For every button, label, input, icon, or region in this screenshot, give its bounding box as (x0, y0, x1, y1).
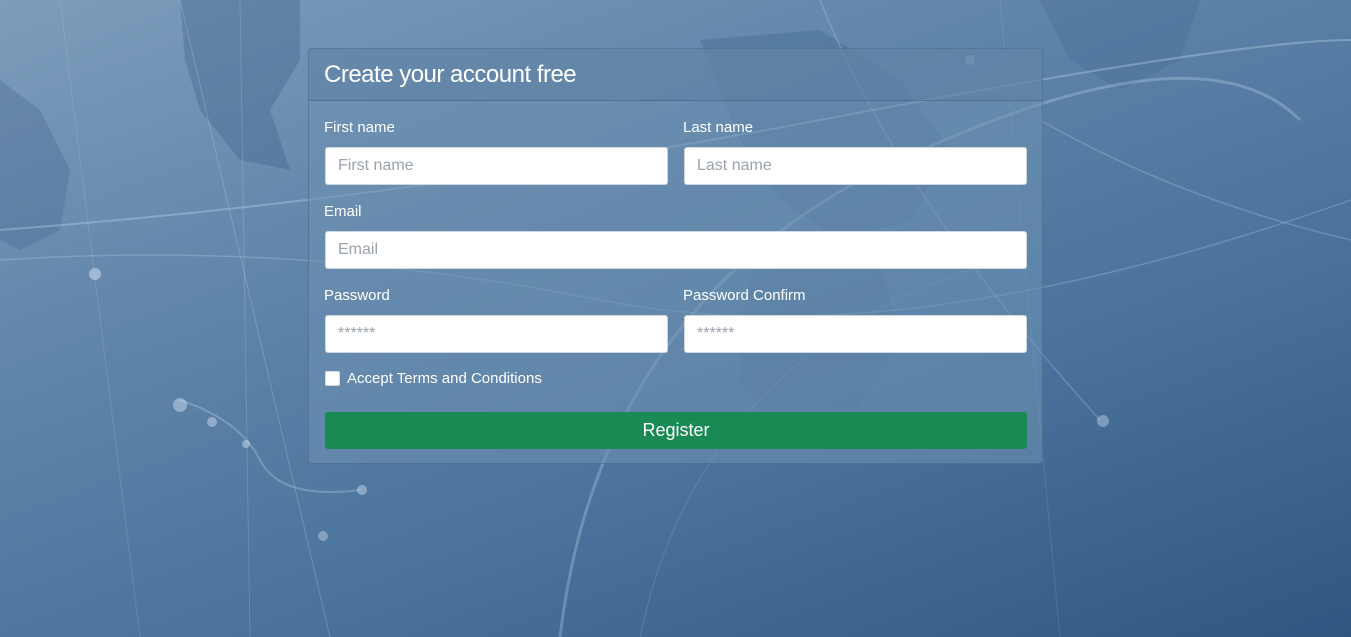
password-confirm-label: Password Confirm (683, 287, 806, 304)
terms-label[interactable]: Accept Terms and Conditions (347, 370, 542, 387)
email-input[interactable] (325, 231, 1027, 269)
email-label: Email (324, 203, 362, 220)
register-button[interactable]: Register (325, 412, 1027, 449)
first-name-label: First name (324, 119, 395, 136)
terms-checkbox[interactable] (325, 371, 340, 386)
password-input[interactable] (325, 315, 668, 353)
password-label: Password (324, 287, 390, 304)
page-title: Create your account free (324, 61, 577, 88)
terms-row: Accept Terms and Conditions (325, 370, 542, 387)
password-confirm-input[interactable] (684, 315, 1027, 353)
card-header: Create your account free (309, 49, 1042, 101)
first-name-input[interactable] (325, 147, 668, 185)
last-name-label: Last name (683, 119, 754, 136)
registration-card: Create your account free First name Last… (308, 48, 1043, 464)
last-name-input[interactable] (684, 147, 1027, 185)
